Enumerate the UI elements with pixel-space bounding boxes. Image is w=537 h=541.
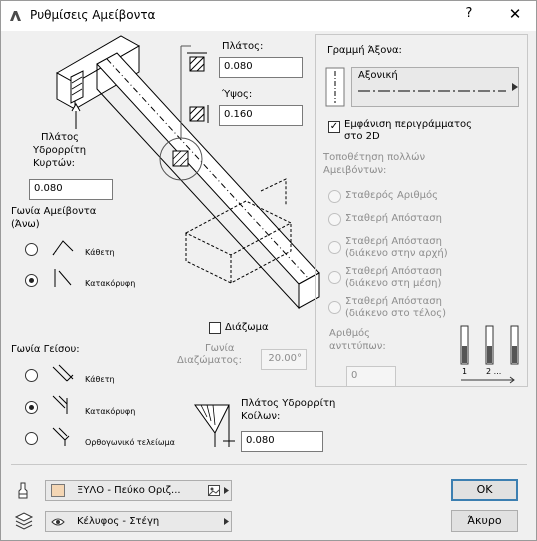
- ok-button[interactable]: OK: [451, 479, 518, 501]
- eye-icon: [51, 518, 65, 526]
- bracing-angle-label-2: Διαζώματος:: [177, 355, 242, 366]
- valley-width-label: Πλάτος Υδρορρίτη: [241, 398, 336, 409]
- copies-label-2: αντιτύπων:: [329, 341, 386, 352]
- rafter-settings-dialog: Ρυθμίσεις Αμείβοντα ? ✕ Πλάτος: 0.080 Ύψ…: [0, 0, 537, 541]
- show-outline-label: Εμφάνιση περιγράμματος: [344, 119, 473, 130]
- eave-vertical-radio[interactable]: [25, 401, 38, 414]
- axis-line-label: Γραμμή Άξονα:: [327, 45, 402, 56]
- bracing-label: Διάζωμα: [225, 322, 269, 333]
- material-value: ΞΥΛΟ - Πεύκο Οριζ...: [77, 485, 181, 496]
- width-input[interactable]: 0.080: [219, 57, 303, 78]
- eave-perpendicular-radio[interactable]: [25, 369, 38, 382]
- valley-width-label-2: Κοίλων:: [241, 411, 281, 422]
- placement-fixed-distance-label: Σταθερή Απόσταση: [345, 213, 442, 224]
- eave-vertical-label: Κατακόρυφη: [85, 407, 136, 416]
- placement-fixed-number-radio[interactable]: [328, 190, 341, 203]
- dropdown-arrow-icon: [224, 518, 229, 525]
- placement-gap-end-label-2: (διάκενο στο τέλος): [345, 308, 447, 319]
- nailer-width-label-3: Κυρτών:: [33, 158, 76, 169]
- eave-square-end-label: Ορθογωνικό τελείωμα: [85, 438, 175, 447]
- rafter-perpendicular-radio[interactable]: [25, 243, 38, 256]
- perpendicular-cut-icon: [52, 240, 74, 256]
- copies-diagram: [460, 325, 519, 384]
- eave-square-end-icon: [52, 427, 70, 446]
- dropdown-arrow-icon: [512, 83, 518, 91]
- axis-line-dropdown[interactable]: Αξονική: [351, 67, 519, 107]
- eave-angle-label: Γωνία Γείσου:: [11, 344, 80, 355]
- layer-dropdown[interactable]: Κέλυφος - Στέγη: [45, 511, 232, 532]
- material-swatch: [51, 484, 65, 497]
- bracing-angle-label: Γωνία: [205, 343, 235, 354]
- eave-vertical-icon: [52, 395, 68, 414]
- rafter-vertical-label: Κατακόρυφη: [85, 279, 136, 288]
- placement-fixed-number-label: Σταθερός Αριθμός: [345, 190, 439, 201]
- bracing-angle-input[interactable]: 20.00°: [261, 349, 307, 370]
- valley-width-input[interactable]: 0.080: [241, 431, 323, 452]
- rafter-perpendicular-label: Κάθετη: [85, 248, 115, 257]
- cancel-button[interactable]: Άκυρο: [451, 510, 518, 532]
- eave-perpendicular-icon: [52, 364, 74, 382]
- placement-gap-end-radio[interactable]: [328, 301, 341, 314]
- show-outline-checkbox[interactable]: ✓: [328, 121, 340, 133]
- show-outline-label-2: στο 2D: [344, 131, 380, 142]
- placement-label: Τοποθέτηση πολλών: [323, 152, 426, 163]
- placement-gap-middle-label: Σταθερή Απόσταση: [345, 266, 442, 277]
- placement-gap-start-label-2: (διάκενο στην αρχή): [345, 248, 448, 259]
- copies-diagram-label-1: 1: [462, 367, 468, 376]
- dropdown-arrow-icon: [224, 487, 229, 494]
- width-label: Πλάτος:: [222, 41, 264, 52]
- material-dropdown[interactable]: ΞΥΛΟ - Πεύκο Οριζ...: [45, 480, 232, 501]
- rafter-angle-label-2: (Άνω): [11, 219, 40, 230]
- height-input[interactable]: 0.160: [219, 105, 303, 126]
- bracing-checkbox[interactable]: [209, 322, 221, 334]
- placement-gap-middle-radio[interactable]: [328, 271, 341, 284]
- placement-label-2: Αμειβόντων:: [323, 165, 387, 176]
- height-label: Ύψος:: [222, 89, 253, 100]
- copies-input[interactable]: 0: [346, 366, 396, 387]
- placement-gap-start-radio[interactable]: [328, 241, 341, 254]
- axis-line-icon: [325, 67, 345, 107]
- axis-line-preview: [358, 90, 506, 92]
- placement-fixed-distance-radio[interactable]: [328, 213, 341, 226]
- nailer-width-label-2: Υδρορρίτη: [33, 145, 87, 156]
- valley-nailer-icon: [194, 404, 235, 447]
- placement-gap-end-label: Σταθερή Απόσταση: [345, 296, 442, 307]
- layers-icon: [14, 512, 34, 530]
- material-picker-icon: [208, 485, 220, 496]
- nailer-width-label: Πλάτος: [41, 132, 80, 143]
- rafter-height-icon: [189, 105, 209, 123]
- layer-value: Κέλυφος - Στέγη: [77, 516, 160, 527]
- vertical-cut-icon: [54, 269, 72, 287]
- copies-label: Αριθμός: [329, 328, 371, 339]
- material-brush-icon: [18, 482, 28, 499]
- copies-diagram-label-2: 2 ...: [486, 367, 502, 376]
- rafter-width-icon: [187, 52, 207, 72]
- placement-gap-start-label: Σταθερή Απόσταση: [345, 236, 442, 247]
- eave-perpendicular-label: Κάθετη: [85, 375, 115, 384]
- placement-gap-middle-label-2: (διάκενο στη μέση): [345, 278, 442, 289]
- axis-line-value: Αξονική: [358, 70, 398, 81]
- rafter-angle-label: Γωνία Αμείβοντα: [11, 206, 97, 217]
- divider: [11, 464, 527, 465]
- eave-square-end-radio[interactable]: [25, 432, 38, 445]
- rafter-vertical-radio[interactable]: [25, 274, 38, 287]
- nailer-width-input[interactable]: 0.080: [29, 179, 113, 200]
